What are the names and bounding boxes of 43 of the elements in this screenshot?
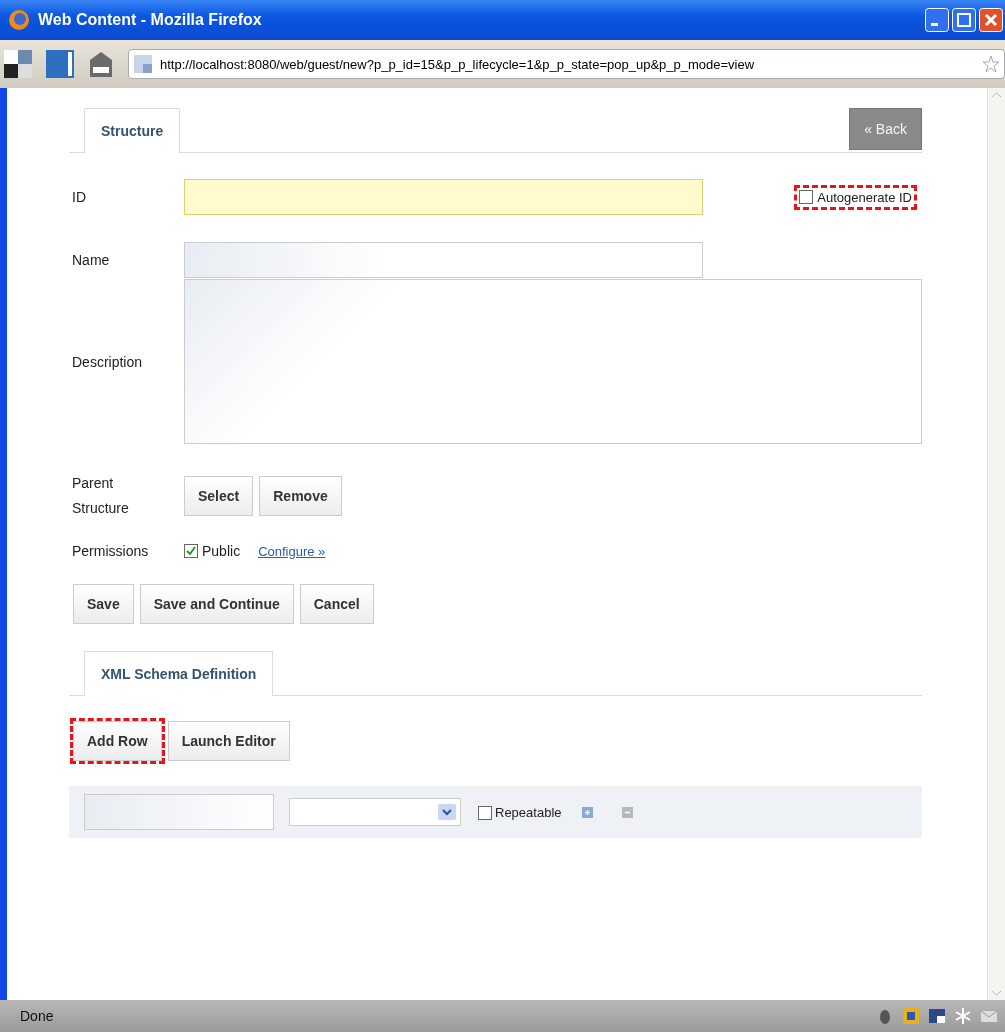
checkbox[interactable]	[478, 806, 492, 821]
button[interactable]: Save	[73, 584, 134, 624]
checkbox-label: Autogenerate ID	[817, 189, 912, 205]
button[interactable]: Launch Editor	[167, 721, 290, 761]
status-text: Done	[20, 1008, 54, 1024]
star-icon[interactable]	[982, 55, 1000, 73]
window-title: Web Content - Mozilla Firefox	[38, 11, 262, 29]
checkbox-label: Public	[202, 543, 241, 559]
url-text: http://localhost:8080/web/guest/new?p_p_id=15&p_p_lifecycle=1&p_p_state=pop_up&p_p_mode=view	[160, 56, 755, 72]
window-icon[interactable]	[46, 50, 74, 78]
maximize-icon[interactable]	[952, 8, 976, 32]
field-label: Permissions	[72, 543, 150, 559]
address-bar[interactable]: http://localhost:8080/web/guest/new?p_p_id=15&p_p_lifecycle=1&p_p_state=pop_up&p_p_mode=view	[128, 49, 1005, 79]
layout-icon[interactable]	[4, 50, 32, 78]
button[interactable]: Remove	[259, 476, 342, 516]
checkbox[interactable]	[184, 544, 198, 558]
button[interactable]: Save and Continue	[139, 584, 294, 624]
close-icon[interactable]	[979, 8, 1003, 32]
field-label: Name	[72, 252, 111, 268]
button[interactable]: Select	[184, 476, 254, 516]
layout-icon[interactable]	[927, 1006, 947, 1026]
input-field[interactable]	[184, 179, 703, 215]
minus-icon[interactable]	[621, 806, 633, 818]
globe-icon	[8, 9, 30, 31]
minimize-icon[interactable]	[925, 8, 949, 32]
page-icon	[134, 55, 152, 73]
tab[interactable]: Structure	[84, 108, 181, 153]
scrollbar[interactable]	[987, 88, 1005, 1000]
plus-icon[interactable]	[581, 806, 593, 818]
button[interactable]: Cancel	[299, 584, 374, 624]
snowflake-icon[interactable]	[953, 1006, 973, 1026]
field-label: Parent Structure	[72, 474, 130, 518]
square-icon[interactable]	[901, 1006, 921, 1026]
dropdown[interactable]	[289, 798, 461, 826]
checkbox[interactable]	[799, 190, 814, 204]
configure-link[interactable]: Configure »	[258, 543, 326, 559]
button[interactable]: Add Row	[73, 721, 162, 761]
field-label: Description	[72, 353, 144, 370]
input-field[interactable]	[84, 794, 274, 830]
field-label: ID	[72, 189, 87, 205]
checkbox-label: Repeatable	[495, 804, 562, 820]
input-field[interactable]	[184, 242, 703, 278]
tab[interactable]: XML Schema Definition	[84, 651, 274, 696]
